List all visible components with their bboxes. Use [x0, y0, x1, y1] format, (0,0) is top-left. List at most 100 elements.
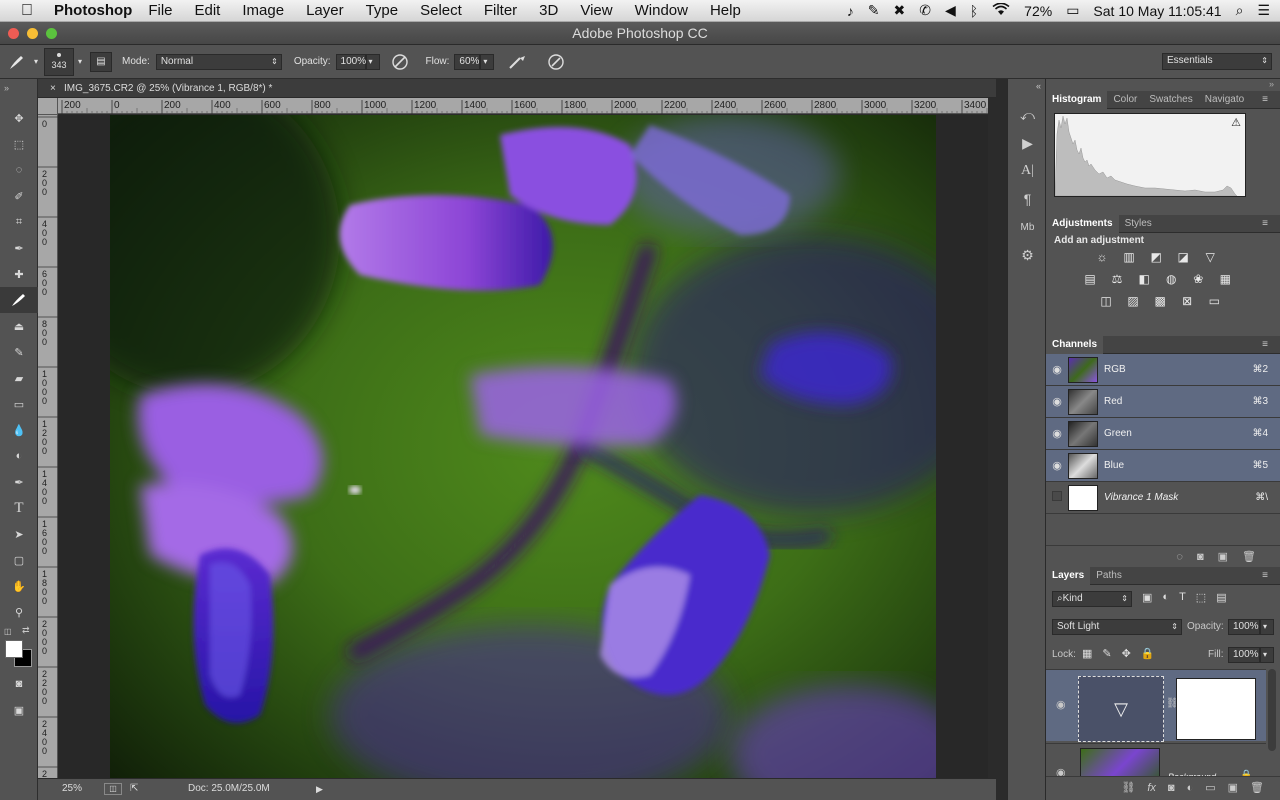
foreground-color-swatch[interactable] — [5, 640, 23, 658]
new-channel-icon[interactable]: ▣ — [1218, 550, 1228, 563]
properties-panel-icon[interactable]: ⚙ — [1008, 241, 1047, 269]
flow-dropdown[interactable]: ▾ — [480, 53, 495, 70]
fill-input[interactable]: 100% — [1228, 647, 1260, 663]
menu-3d[interactable]: 3D — [539, 2, 558, 19]
eraser-tool-icon[interactable]: ▰ — [0, 365, 38, 391]
pen-tool-icon[interactable]: ✒ — [0, 469, 38, 495]
zoom-level[interactable]: 25% — [62, 779, 82, 799]
lock-position-icon[interactable]: ✥ — [1122, 647, 1131, 660]
menu-edit[interactable]: Edit — [195, 2, 221, 19]
menu-layer[interactable]: Layer — [306, 2, 344, 19]
layer-style-icon[interactable]: fx — [1147, 782, 1156, 794]
quick-selection-tool-icon[interactable]: ✐ — [0, 183, 38, 209]
tab-histogram[interactable]: Histogram — [1046, 90, 1108, 109]
tab-layers[interactable]: Layers — [1046, 566, 1091, 585]
spotlight-search-icon[interactable]: ⌕ — [1236, 2, 1244, 19]
channel-row-green[interactable]: ◉ Green ⌘4 — [1046, 418, 1280, 450]
channel-row-vibrance-mask[interactable]: Vibrance 1 Mask ⌘\ — [1046, 482, 1280, 514]
lock-pixels-icon[interactable]: ✎ — [1102, 647, 1111, 660]
marquee-tool-icon[interactable]: ⬚ — [0, 131, 38, 157]
menu-window[interactable]: Window — [635, 2, 688, 19]
tab-navigator[interactable]: Navigato — [1199, 91, 1250, 109]
expand-panels-icon[interactable]: « — [1008, 79, 1045, 101]
tools-tray-icon[interactable]: ✖ — [894, 2, 906, 19]
gradient-tool-icon[interactable]: ▭ — [0, 391, 38, 417]
actions-panel-icon[interactable]: ▶ — [1008, 129, 1047, 157]
brightness-contrast-icon[interactable]: ☼ — [1094, 250, 1110, 264]
healing-brush-tool-icon[interactable]: ✚ — [0, 261, 38, 287]
notification-center-icon[interactable]: ☰ — [1257, 2, 1270, 19]
layer-opacity-input[interactable]: 100% — [1228, 619, 1260, 635]
pixel-filter-icon[interactable]: ▣ — [1142, 591, 1152, 604]
collapse-dock-icon[interactable]: » — [1046, 79, 1280, 91]
zoom-window-button[interactable] — [46, 28, 57, 39]
blend-mode-select[interactable]: Soft Light ⇕ — [1052, 619, 1182, 635]
move-tool-icon[interactable]: ✥ — [0, 105, 38, 131]
zoom-tool-icon[interactable]: ⚲ — [0, 599, 38, 625]
wifi-icon[interactable] — [992, 1, 1010, 19]
rectangle-tool-icon[interactable]: ▢ — [0, 547, 38, 573]
brush-picker-chevron-icon[interactable]: ▾ — [78, 57, 82, 66]
invert-icon[interactable]: ◫ — [1098, 294, 1114, 308]
menu-file[interactable]: File — [148, 2, 172, 19]
status-preview-icon[interactable]: ◫ — [104, 783, 122, 795]
menu-type[interactable]: Type — [366, 2, 399, 19]
type-tool-icon[interactable]: T — [0, 495, 38, 521]
channel-row-rgb[interactable]: ◉ RGB ⌘2 — [1046, 354, 1280, 386]
close-window-button[interactable] — [8, 28, 19, 39]
brush-tool-icon[interactable] — [0, 287, 38, 313]
app-menu[interactable]: Photoshop — [54, 2, 132, 19]
gradient-map-icon[interactable]: ▭ — [1206, 294, 1222, 308]
warning-icon[interactable]: ⚠ — [1231, 116, 1241, 129]
screen-mode-icon[interactable]: ▣ — [0, 697, 38, 723]
airbrush-icon[interactable] — [506, 54, 530, 70]
visibility-eye-icon[interactable]: ◉ — [1046, 427, 1068, 440]
menu-help[interactable]: Help — [710, 2, 741, 19]
levels-icon[interactable]: ▥ — [1121, 250, 1137, 264]
minimize-window-button[interactable] — [27, 28, 38, 39]
brush-size-picker[interactable]: 343 — [44, 47, 75, 76]
selective-color-icon[interactable]: ⊠ — [1179, 294, 1195, 308]
curves-icon[interactable]: ◩ — [1148, 250, 1164, 264]
swap-colors-icon[interactable]: ⇄ — [22, 625, 30, 636]
lasso-tool-icon[interactable]: ◌ — [0, 157, 38, 183]
visibility-eye-icon[interactable]: ◉ — [1046, 363, 1068, 376]
exposure-icon[interactable]: ◪ — [1175, 250, 1191, 264]
color-balance-icon[interactable]: ⚖ — [1109, 272, 1125, 286]
flow-input[interactable]: 60% — [454, 53, 481, 70]
photo-filter-icon[interactable]: ◍ — [1163, 272, 1179, 286]
link-layers-icon[interactable]: ⛓ — [1121, 781, 1135, 794]
document-tab[interactable]: × IMG_3675.CR2 @ 25% (Vibrance 1, RGB/8*… — [38, 79, 996, 98]
black-white-icon[interactable]: ◧ — [1136, 272, 1152, 286]
posterize-icon[interactable]: ▨ — [1125, 294, 1141, 308]
pressure-opacity-icon[interactable] — [388, 53, 412, 71]
visibility-eye-icon[interactable]: ◉ — [1046, 395, 1068, 408]
visibility-toggle-empty[interactable] — [1046, 491, 1068, 504]
default-colors-icon[interactable]: ◫ — [4, 627, 12, 636]
color-lookup-icon[interactable]: ▦ — [1217, 272, 1233, 286]
paragraph-panel-icon[interactable]: ¶ — [1008, 185, 1047, 213]
menu-image[interactable]: Image — [242, 2, 284, 19]
history-brush-tool-icon[interactable]: ✎ — [0, 339, 38, 365]
adjustment-filter-icon[interactable]: ◐ — [1162, 591, 1169, 604]
opacity-dropdown[interactable]: ▾ — [365, 53, 380, 70]
volume-icon[interactable]: ◀ — [945, 2, 956, 19]
apple-menu-icon[interactable]:  — [0, 2, 54, 20]
blur-tool-icon[interactable]: 💧 — [0, 417, 38, 443]
chevron-down-icon[interactable]: ▾ — [34, 57, 38, 66]
type-filter-icon[interactable]: T — [1179, 591, 1186, 604]
bluetooth-icon[interactable]: ᛒ — [970, 3, 978, 19]
brush-panel-toggle-icon[interactable]: ▤ — [90, 51, 113, 72]
channel-mixer-icon[interactable]: ❀ — [1190, 272, 1206, 286]
new-layer-icon[interactable]: ▣ — [1228, 781, 1238, 794]
menu-view[interactable]: View — [580, 2, 612, 19]
hue-saturation-icon[interactable]: ▤ — [1082, 272, 1098, 286]
share-icon[interactable]: ⇱ — [130, 779, 138, 799]
crop-tool-icon[interactable]: ⌗ — [0, 209, 38, 235]
clock[interactable]: Sat 10 May 11:05:41 — [1093, 3, 1221, 19]
panel-menu-icon[interactable]: ≡ — [1256, 91, 1274, 109]
ruler-origin[interactable] — [38, 98, 58, 115]
clone-stamp-tool-icon[interactable]: ⏏ — [0, 313, 38, 339]
panel-menu-icon[interactable]: ≡ — [1256, 567, 1274, 585]
menu-filter[interactable]: Filter — [484, 2, 517, 19]
